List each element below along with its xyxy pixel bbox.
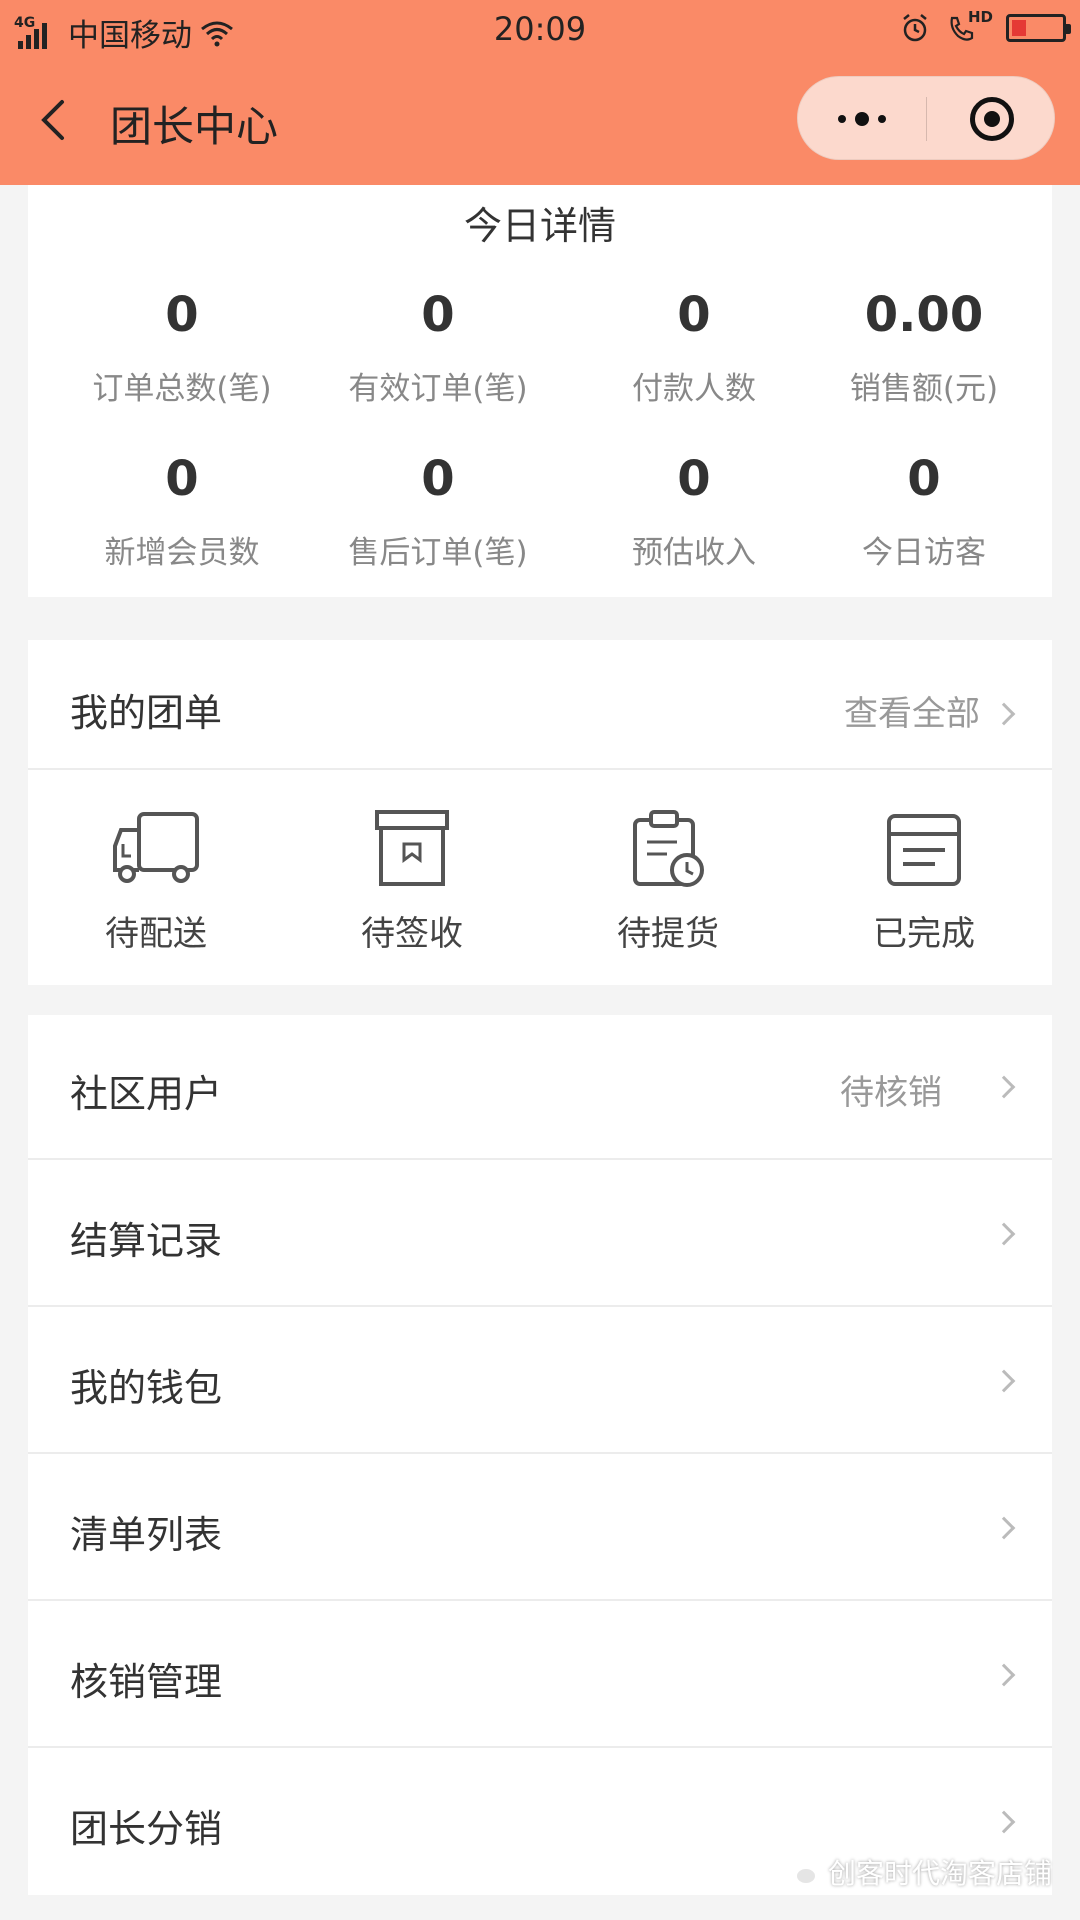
chevron-right-icon [992, 1222, 1016, 1246]
stat-visitors[interactable]: 0 今日访客 [796, 449, 1052, 572]
status-label: 待签收 [361, 914, 463, 954]
status-icons: HD [900, 8, 1071, 44]
stat-value: 0.00 [864, 287, 984, 343]
status-bar: 4G 中国移动 20:09 HD [0, 0, 1080, 60]
my-orders-header[interactable]: 我的团单 查看全部 [28, 640, 1052, 770]
menu-item-label: 清单列表 [70, 1513, 223, 1557]
stat-valid-orders[interactable]: 0 有效订单(笔) [310, 285, 566, 408]
stat-label: 今日访客 [862, 535, 986, 571]
status-pending-receipt[interactable]: 待签收 [284, 810, 540, 955]
status-pending-pickup[interactable]: 待提货 [540, 810, 796, 955]
stat-value: 0 [907, 451, 941, 507]
menu-item-community-users[interactable]: 社区用户 待核销 [28, 1015, 1052, 1160]
stat-total-orders[interactable]: 0 订单总数(笔) [54, 285, 310, 408]
capsule-divider [926, 97, 927, 141]
menu-item-settlement-records[interactable]: 结算记录 [28, 1162, 1052, 1307]
chevron-right-icon [992, 1810, 1016, 1834]
stat-label: 新增会员数 [104, 535, 260, 571]
stat-value: 0 [677, 287, 711, 343]
stat-label: 有效订单(笔) [348, 371, 528, 407]
chevron-right-icon [992, 702, 1016, 726]
menu-item-wallet[interactable]: 我的钱包 [28, 1309, 1052, 1454]
hd-call-icon: HD [946, 8, 993, 44]
watermark: 创客时代淘客店铺 [781, 1852, 1052, 1892]
hd-label: HD [968, 8, 994, 26]
stat-aftersale-orders[interactable]: 0 售后订单(笔) [310, 449, 566, 572]
menu-item-label: 团长分销 [70, 1807, 223, 1851]
stat-label: 预估收入 [632, 535, 756, 571]
chevron-right-icon [992, 1075, 1016, 1099]
clipboard-clock-icon [633, 810, 704, 887]
stat-label: 订单总数(笔) [92, 371, 272, 407]
menu-item-label: 我的钱包 [70, 1366, 223, 1410]
battery-icon [1006, 14, 1071, 42]
watermark-text: 创客时代淘客店铺 [827, 1857, 1052, 1890]
menu-item-label: 社区用户 [70, 1072, 223, 1116]
stat-new-members[interactable]: 0 新增会员数 [54, 449, 310, 572]
menu-item-extra: 待核销 [840, 1073, 942, 1113]
box-icon [375, 810, 449, 886]
status-completed[interactable]: 已完成 [796, 810, 1052, 955]
status-pending-delivery[interactable]: 待配送 [28, 810, 284, 955]
chevron-right-icon [992, 1663, 1016, 1687]
today-title: 今日详情 [463, 204, 616, 248]
stat-value: 0 [165, 451, 199, 507]
wechat-icon [781, 1858, 817, 1885]
alarm-icon [903, 14, 927, 42]
stat-value: 0 [421, 451, 455, 507]
menu-item-list[interactable]: 清单列表 [28, 1456, 1052, 1601]
menu-list: 社区用户 待核销 结算记录 我的钱包 清单列表 核销管理 团长分销 [28, 1015, 1052, 1895]
nav-bar: 团长中心 [0, 60, 1080, 180]
status-label: 待配送 [105, 914, 207, 954]
my-orders-title: 我的团单 [70, 691, 223, 735]
status-label: 待提货 [617, 914, 719, 954]
stat-estimated-income[interactable]: 0 预估收入 [566, 449, 822, 572]
back-arrow-icon[interactable] [38, 98, 68, 142]
menu-item-label: 核销管理 [70, 1660, 223, 1704]
stat-value: 0 [165, 287, 199, 343]
menu-item-label: 结算记录 [70, 1219, 223, 1263]
today-details-card: 今日详情 0 订单总数(笔) 0 有效订单(笔) 0 付款人数 0.00 销售额… [28, 185, 1052, 597]
chevron-right-icon [992, 1369, 1016, 1393]
status-label: 已完成 [873, 914, 975, 954]
stat-label: 售后订单(笔) [348, 535, 528, 571]
my-orders-card: 我的团单 查看全部 待配送 待签收 待提货 已完成 [28, 640, 1052, 985]
stat-sales[interactable]: 0.00 销售额(元) [796, 285, 1052, 408]
stat-value: 0 [677, 451, 711, 507]
stat-label: 付款人数 [632, 371, 756, 407]
page-title: 团长中心 [110, 102, 279, 151]
stat-value: 0 [421, 287, 455, 343]
menu-item-verification[interactable]: 核销管理 [28, 1603, 1052, 1748]
view-all-link[interactable]: 查看全部 [844, 686, 980, 735]
tray-icon [887, 814, 961, 886]
truck-icon [113, 812, 199, 883]
more-menu-icon[interactable] [798, 77, 926, 161]
stat-label: 销售额(元) [849, 371, 999, 407]
chevron-right-icon [992, 1516, 1016, 1540]
mini-program-capsule [797, 76, 1055, 160]
close-target-icon[interactable] [970, 97, 1014, 141]
stat-payers[interactable]: 0 付款人数 [566, 285, 822, 408]
